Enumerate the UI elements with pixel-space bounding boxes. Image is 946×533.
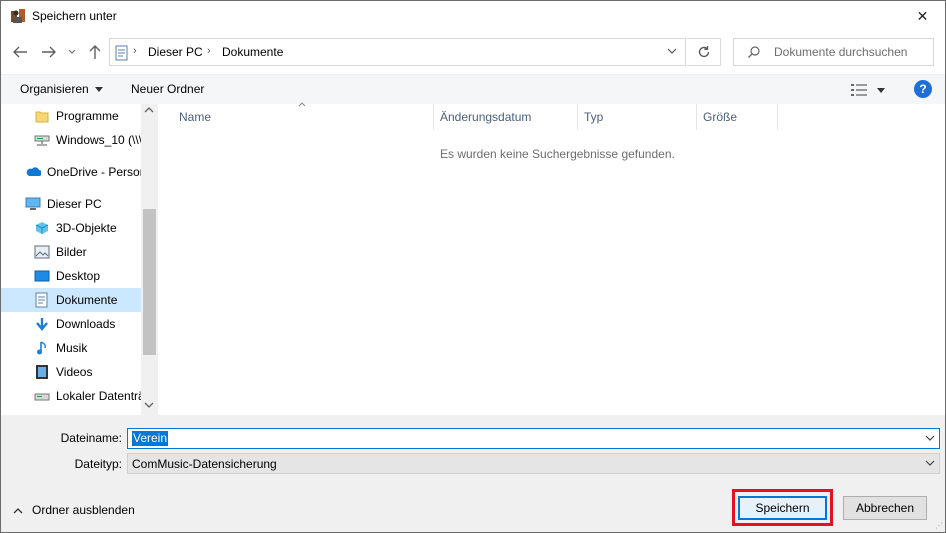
nav-item-desktop[interactable]: Desktop xyxy=(1,264,141,288)
nav-item-bilder[interactable]: Bilder xyxy=(1,240,141,264)
command-bar: Organisieren Neuer Ordner ? xyxy=(1,74,945,104)
nav-item-videos[interactable]: Videos xyxy=(1,360,141,384)
change-view-button[interactable] xyxy=(851,84,885,96)
close-icon: ✕ xyxy=(916,8,929,24)
breadcrumb-dieser-pc[interactable]: Dieser PC xyxy=(148,45,203,59)
nav-item-onedrive[interactable]: OneDrive - Persor xyxy=(1,160,141,184)
filename-value: Verein xyxy=(132,431,169,446)
scroll-up-icon[interactable] xyxy=(144,106,154,114)
breadcrumb-separator: › xyxy=(133,45,137,57)
recent-locations-button[interactable] xyxy=(65,41,79,63)
desktop-icon xyxy=(34,268,50,284)
save-as-dialog: Speichern unter ✕ › Dieser PC › Dokument… xyxy=(0,0,946,533)
new-folder-button[interactable]: Neuer Ordner xyxy=(131,82,204,96)
address-bar[interactable]: › Dieser PC › Dokumente xyxy=(109,38,686,66)
documents-icon xyxy=(115,45,128,61)
cancel-button[interactable]: Abbrechen xyxy=(843,496,927,520)
3d-objects-icon xyxy=(34,220,50,236)
downloads-icon xyxy=(34,316,50,332)
organize-label: Organisieren xyxy=(20,82,89,96)
window-title: Speichern unter xyxy=(32,9,117,23)
network-drive-icon xyxy=(34,132,50,148)
local-disk-icon xyxy=(34,388,50,404)
search-input[interactable]: Dokumente durchsuchen xyxy=(733,38,934,66)
breadcrumb-dokumente[interactable]: Dokumente xyxy=(222,45,283,59)
pictures-icon xyxy=(34,244,50,260)
navpane-scroll-thumb[interactable] xyxy=(143,209,156,355)
hide-folders-toggle[interactable]: Ordner ausblenden xyxy=(13,503,135,517)
nav-item-lokaler-datentraeger[interactable]: Lokaler Datenträ xyxy=(1,384,141,408)
nav-item-3d-objekte[interactable]: 3D-Objekte xyxy=(1,216,141,240)
back-button[interactable] xyxy=(9,41,31,63)
breadcrumb-separator: › xyxy=(207,45,211,57)
title-bar: Speichern unter ✕ xyxy=(1,1,945,32)
videos-icon xyxy=(34,364,50,380)
arrow-up-icon xyxy=(89,45,101,59)
details-view-icon xyxy=(851,84,867,96)
search-icon xyxy=(748,46,760,58)
column-header-date[interactable]: Änderungsdatum xyxy=(434,104,578,130)
help-button[interactable]: ? xyxy=(914,80,932,98)
filename-label: Dateiname: xyxy=(60,431,122,445)
filetype-value: ComMusic-Datensicherung xyxy=(132,457,277,471)
search-placeholder: Dokumente durchsuchen xyxy=(774,45,908,59)
filename-field[interactable]: Verein xyxy=(127,428,940,449)
resize-grip[interactable]: ⋰ xyxy=(935,521,943,530)
music-icon xyxy=(34,340,50,356)
save-button[interactable]: Speichern xyxy=(738,496,827,520)
nav-item-windows10[interactable]: Windows_10 (\\\ xyxy=(1,128,141,152)
navigation-pane: Programme Windows_10 (\\\ OneDrive - Per… xyxy=(1,104,159,415)
column-header-size[interactable]: Größe xyxy=(697,104,778,130)
refresh-icon xyxy=(698,46,709,58)
close-button[interactable]: ✕ xyxy=(900,1,945,32)
nav-item-dieser-pc[interactable]: Dieser PC xyxy=(1,192,141,216)
chevron-up-icon xyxy=(13,507,23,513)
caret-down-icon xyxy=(877,87,885,93)
nav-item-programme[interactable]: Programme xyxy=(1,104,141,128)
column-header-name[interactable]: Name xyxy=(173,104,434,130)
organize-button[interactable]: Organisieren xyxy=(20,82,103,96)
chevron-down-icon[interactable] xyxy=(924,432,936,444)
empty-message: Es wurden keine Suchergebnisse gefunden. xyxy=(440,147,675,161)
help-icon: ? xyxy=(919,82,927,96)
app-icon xyxy=(11,9,25,23)
computer-icon xyxy=(25,196,41,212)
filetype-label: Dateityp: xyxy=(74,457,122,471)
nav-item-musik[interactable]: Musik xyxy=(1,336,141,360)
address-dropdown-icon[interactable] xyxy=(666,45,678,57)
file-list: Name Änderungsdatum Typ Größe Es wurden … xyxy=(160,102,945,415)
nav-item-downloads[interactable]: Downloads xyxy=(1,312,141,336)
caret-down-icon xyxy=(94,86,103,92)
onedrive-icon xyxy=(25,164,41,180)
arrow-left-icon xyxy=(13,46,27,58)
scroll-down-icon[interactable] xyxy=(144,401,154,409)
filetype-select[interactable]: ComMusic-Datensicherung xyxy=(127,453,940,474)
up-button[interactable] xyxy=(84,41,106,63)
save-form: Dateiname: Verein Dateityp: ComMusic-Dat… xyxy=(1,415,945,532)
chevron-down-icon xyxy=(68,49,76,54)
column-header-type[interactable]: Typ xyxy=(578,104,697,130)
folder-icon xyxy=(34,108,50,124)
documents-icon xyxy=(34,292,50,308)
arrow-right-icon xyxy=(42,46,56,58)
refresh-button[interactable] xyxy=(687,38,721,66)
nav-item-dokumente[interactable]: Dokumente xyxy=(1,288,141,312)
forward-button[interactable] xyxy=(38,41,60,63)
chevron-down-icon xyxy=(925,460,935,466)
hide-folders-label: Ordner ausblenden xyxy=(32,503,135,517)
